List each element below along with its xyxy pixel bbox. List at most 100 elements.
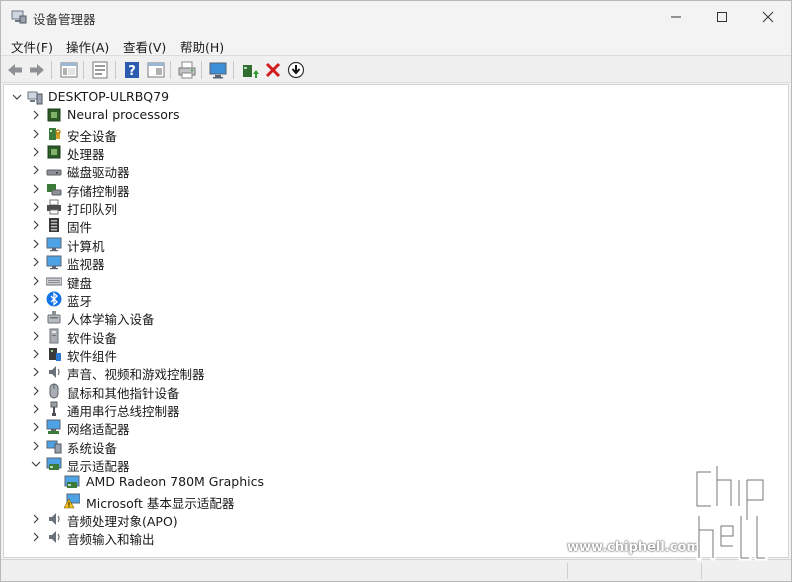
chevron-right-icon[interactable] [30,146,42,158]
chevron-right-icon[interactable] [30,293,42,305]
chevron-right-icon[interactable] [30,219,42,231]
tree-device-label: AMD Radeon 780M Graphics [86,474,264,490]
device-tree[interactable]: DESKTOP-ULRBQ79 Neural processors 安全设备 处理器… [3,84,789,558]
minimize-icon [671,16,681,18]
chevron-right-icon[interactable] [30,531,42,543]
chevron-right-icon[interactable] [30,348,42,360]
status-bar [1,559,791,581]
hid-icon [47,311,61,324]
help-icon[interactable]: ? [122,60,142,80]
show-hide-tree-icon[interactable] [59,60,79,80]
tree-category[interactable]: 声音、视频和游戏控制器 [4,363,788,382]
add-driver-icon[interactable] [240,60,260,80]
update-driver-icon[interactable] [286,60,306,80]
chevron-right-icon[interactable] [30,201,42,213]
menu-action[interactable]: 操作(A) [66,37,109,56]
tree-category[interactable]: 软件组件 [4,345,788,364]
tree-category[interactable]: 鼠标和其他指针设备 [4,382,788,401]
close-button[interactable] [745,1,791,33]
tree-category[interactable]: 打印队列 [4,198,788,218]
chevron-right-icon[interactable] [30,421,42,433]
back-arrow-icon[interactable] [5,60,25,80]
chevron-right-icon[interactable] [30,366,42,378]
window-title: 设备管理器 [33,12,96,27]
minimize-button[interactable] [653,1,699,33]
tree-device-label: Microsoft 基本显示适配器 [86,495,235,511]
tree-category[interactable]: Neural processors [4,106,788,124]
tree-category[interactable]: 系统设备 [4,437,788,456]
tree-category-label: 磁盘驱动器 [67,165,130,181]
tree-category[interactable]: 处理器 [4,143,788,162]
chevron-down-icon[interactable] [11,91,23,103]
device-manager-window: 设备管理器 文件(F) 操作(A) 查看(V) 帮助(H) ? DESKTOP-… [0,0,792,582]
tree-category[interactable]: 人体学输入设备 [4,308,788,327]
menu-file[interactable]: 文件(F) [11,37,53,56]
chevron-right-icon[interactable] [30,275,42,287]
chevron-right-icon[interactable] [30,403,42,415]
chevron-right-icon[interactable] [30,109,42,121]
title-bar: 设备管理器 [1,1,791,33]
device-manager-app-icon [11,10,27,24]
tree-category[interactable]: 蓝牙 [4,290,788,309]
security-icon [49,127,61,140]
tree-category-label: 存储控制器 [67,183,130,199]
forward-arrow-icon[interactable] [27,60,47,80]
tree-category-label: Neural processors [67,107,180,123]
uninstall-icon[interactable] [263,60,283,80]
processor-icon [47,145,61,159]
chevron-right-icon[interactable] [30,513,42,525]
mouse-icon [49,383,59,399]
tree-category-label: 通用串行总线控制器 [67,403,180,419]
maximize-button[interactable] [699,1,745,33]
usb-icon [50,401,58,416]
chevron-right-icon[interactable] [30,128,42,140]
chevron-right-icon[interactable] [30,385,42,397]
tree-category[interactable]: 网络适配器 [4,418,788,437]
monitor-icon[interactable] [208,60,228,80]
tree-category[interactable]: 显示适配器 [4,455,788,474]
chevron-right-icon[interactable] [30,238,42,250]
chevron-right-icon[interactable] [30,311,42,323]
tree-category[interactable]: 监视器 [4,253,788,272]
tree-device[interactable]: AMD Radeon 780M Graphics [4,473,788,491]
tree-device[interactable]: Microsoft 基本显示适配器 [4,492,788,511]
tree-category[interactable]: 固件 [4,216,788,235]
tree-category-label: 鼠标和其他指针设备 [67,385,180,401]
chevron-right-icon[interactable] [30,164,42,176]
properties-icon[interactable] [90,60,110,80]
close-icon [762,11,774,23]
tree-category-label: 软件设备 [67,330,118,346]
chip-icon [47,108,61,122]
tree-category[interactable]: 通用串行总线控制器 [4,400,788,419]
tree-category[interactable]: 存储控制器 [4,180,788,199]
chevron-right-icon[interactable] [30,256,42,268]
menu-view[interactable]: 查看(V) [123,37,166,56]
tree-category[interactable]: 磁盘驱动器 [4,161,788,181]
software-device-icon [49,328,59,344]
chevron-down-icon[interactable] [30,458,42,470]
tree-root[interactable]: DESKTOP-ULRBQ79 [4,88,788,106]
tree-category-label: 系统设备 [67,440,118,456]
bluetooth-icon [46,291,62,307]
disk-icon [46,169,62,176]
menu-help[interactable]: 帮助(H) [180,37,224,56]
chevron-right-icon[interactable] [30,440,42,452]
chevron-right-icon[interactable] [30,183,42,195]
tree-category-label: 打印队列 [67,202,118,218]
display-adapter-icon [64,475,80,489]
print-icon[interactable] [177,60,197,80]
tree-category-label: 计算机 [67,238,105,254]
speaker-icon [49,513,60,526]
tree-category-label: 音频输入和输出 [67,532,155,548]
warning-display-icon [64,493,80,508]
view-icon[interactable] [146,60,166,80]
software-component-icon [49,347,61,361]
tree-category[interactable]: 键盘 [4,272,788,291]
tree-category[interactable]: 音频处理对象(APO) [4,510,788,529]
tree-category[interactable]: 计算机 [4,235,788,254]
chevron-right-icon[interactable] [30,330,42,342]
computer-root-icon [27,91,43,105]
system-device-icon [46,440,62,454]
tree-category[interactable]: 安全设备 [4,125,788,144]
tree-category[interactable]: 软件设备 [4,327,788,346]
